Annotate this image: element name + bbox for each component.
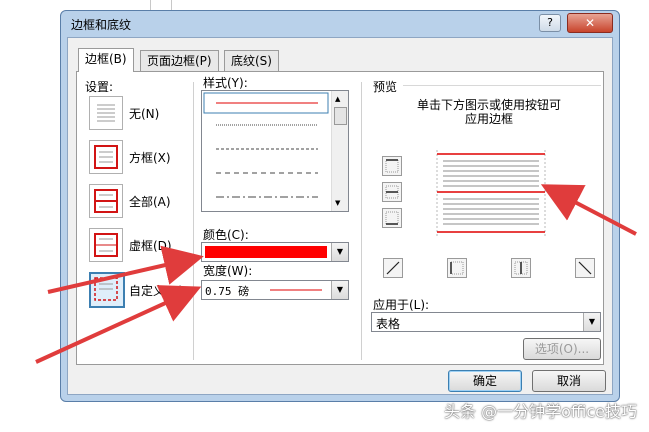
close-button[interactable]: ✕	[567, 13, 613, 33]
setting-grid-label[interactable]: 虚框(D)	[129, 237, 172, 254]
diagonal-down-border-button[interactable]	[575, 258, 595, 278]
scroll-thumb[interactable]	[334, 107, 347, 125]
options-button[interactable]: 选项(O)...	[523, 338, 601, 360]
borders-and-shading-dialog: 边框和底纹 ? ✕ 边框(B) 页面边框(P) 底纹(S) 设置: 无(N) 方…	[60, 10, 620, 402]
chevron-down-icon[interactable]: ▼	[583, 313, 600, 331]
top-border-button[interactable]	[382, 156, 402, 176]
preview-heading-rule	[403, 85, 601, 86]
tab-page-border[interactable]: 页面边框(P)	[140, 50, 219, 71]
apply-to-heading: 应用于(L):	[373, 298, 430, 312]
watermark-text: 头条 @一分钟学office技巧	[444, 402, 637, 421]
setting-none-label[interactable]: 无(N)	[129, 105, 159, 122]
scroll-up-icon[interactable]: ▲	[335, 95, 340, 103]
setting-none-icon[interactable]	[89, 96, 123, 130]
style-list[interactable]: ▲ ▼	[201, 90, 349, 212]
scroll-down-icon[interactable]: ▼	[335, 199, 340, 207]
preview-area[interactable]	[429, 150, 553, 236]
cancel-button[interactable]: 取消	[532, 370, 606, 392]
dialog-client-area: 边框(B) 页面边框(P) 底纹(S) 设置: 无(N) 方框(X) 全部(A)…	[67, 37, 613, 395]
preview-heading: 预览	[373, 80, 398, 94]
style-list-scrollbar[interactable]: ▲ ▼	[331, 91, 348, 211]
tab-shading[interactable]: 底纹(S)	[224, 50, 279, 71]
width-heading: 宽度(W):	[203, 264, 253, 278]
title-bar: 边框和底纹 ? ✕	[61, 11, 619, 37]
color-heading: 颜色(C):	[203, 228, 249, 242]
tab-borders[interactable]: 边框(B)	[78, 48, 134, 72]
color-swatch	[205, 246, 327, 258]
setting-box-label[interactable]: 方框(X)	[129, 149, 171, 166]
tab-panel: 设置: 无(N) 方框(X) 全部(A) 虚框(D) 自定义(U) 样式(Y):…	[76, 71, 604, 365]
setting-box-icon[interactable]	[89, 140, 123, 174]
setting-custom-icon[interactable]	[89, 272, 125, 308]
background-window-edge	[150, 0, 172, 10]
settings-heading: 设置:	[85, 80, 114, 94]
setting-grid-icon[interactable]	[89, 228, 123, 262]
chevron-down-icon[interactable]: ▼	[331, 243, 348, 261]
diagonal-up-border-button[interactable]	[383, 258, 403, 278]
chevron-down-icon[interactable]: ▼	[331, 281, 348, 299]
color-dropdown[interactable]: ▼	[201, 242, 349, 262]
style-heading: 样式(Y):	[203, 76, 248, 90]
ok-button[interactable]: 确定	[448, 370, 522, 392]
inside-vertical-border-button[interactable]	[511, 258, 531, 278]
preview-hint-line2: 应用边框	[465, 112, 514, 126]
bottom-border-button[interactable]	[382, 208, 402, 228]
inside-horizontal-border-button[interactable]	[382, 182, 402, 202]
apply-to-value: 表格	[376, 317, 401, 331]
apply-to-dropdown[interactable]: 表格 ▼	[371, 312, 601, 332]
setting-all-icon[interactable]	[89, 184, 123, 218]
preview-divider	[361, 82, 362, 360]
width-value: 0.75 磅	[205, 285, 250, 298]
settings-divider	[193, 82, 194, 360]
help-button[interactable]: ?	[539, 14, 561, 32]
setting-custom-label[interactable]: 自定义(U)	[129, 282, 183, 299]
left-border-button[interactable]	[447, 258, 467, 278]
dialog-title: 边框和底纹	[71, 18, 132, 32]
setting-all-label[interactable]: 全部(A)	[129, 193, 171, 210]
width-dropdown[interactable]: 0.75 磅 ▼	[201, 280, 349, 300]
